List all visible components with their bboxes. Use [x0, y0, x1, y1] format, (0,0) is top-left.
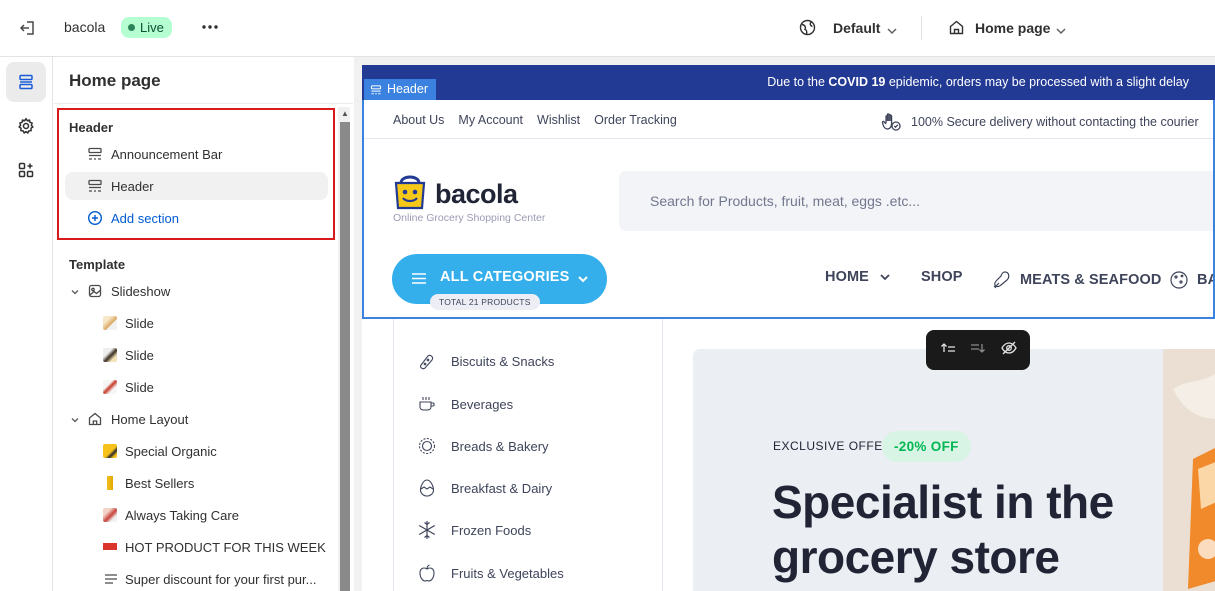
scroll-up-arrow-icon[interactable]: ▲ [340, 109, 350, 119]
slideshow-icon [87, 283, 103, 299]
announcement-bar[interactable]: Due to the COVID 19 epidemic, orders may… [362, 65, 1215, 100]
hide-section-icon[interactable] [1000, 339, 1018, 362]
sidebar-scrollbar-thumb[interactable] [340, 122, 350, 591]
hero-slide[interactable]: EXCLUSIVE OFFER -20% OFF Specialist in t… [693, 349, 1215, 591]
section-floating-toolbar [926, 330, 1030, 370]
slide-thumbnail [103, 348, 117, 362]
category-label: Frozen Foods [451, 522, 532, 538]
storefront-preview: Due to the COVID 19 epidemic, orders may… [354, 57, 1215, 591]
block-super-discount[interactable]: Super discount for your first pur... [81, 565, 328, 591]
block-label: HOT PRODUCT FOR THIS WEEK [125, 539, 326, 555]
preview-page: Due to the COVID 19 epidemic, orders may… [362, 65, 1215, 591]
category-list: Biscuits & Snacks Beverages Breads & Bak… [393, 319, 663, 591]
category-label: Beverages [451, 396, 514, 412]
chevron-down-icon[interactable] [1055, 23, 1067, 35]
apps-rail-button[interactable] [6, 150, 46, 190]
cup-icon [417, 394, 437, 414]
block-best-sellers[interactable]: Best Sellers [81, 469, 328, 497]
section-label: Slideshow [111, 283, 171, 299]
bread-icon [417, 436, 437, 456]
editor-icon-rail [0, 57, 53, 591]
category-item[interactable]: Breads & Bakery [417, 436, 549, 456]
block-slide[interactable]: Slide [81, 373, 328, 401]
editor-topbar: bacola Live Default Home page [0, 0, 1215, 57]
more-actions-icon[interactable] [200, 17, 220, 37]
block-label: Always Taking Care [125, 507, 239, 523]
block-thumbnail [103, 508, 117, 522]
section-slideshow[interactable]: Slideshow [65, 277, 328, 305]
selected-section-tag[interactable]: Header [364, 79, 436, 100]
block-slide[interactable]: Slide [81, 309, 328, 337]
hero-eyebrow: EXCLUSIVE OFFER [773, 439, 892, 453]
divider [54, 103, 353, 104]
gear-icon [18, 117, 34, 134]
category-label: Fruits & Vegetables [451, 565, 564, 581]
hero-headline: Specialist in the grocery store [772, 476, 1114, 583]
selected-section-label: Header [387, 82, 428, 96]
section-layout-icon [370, 84, 382, 94]
block-label: Best Sellers [125, 475, 195, 491]
theme-settings-rail-button[interactable] [6, 106, 46, 146]
sidebar-title: Home page [69, 71, 161, 90]
apps-icon [18, 162, 34, 178]
biscuit-icon [417, 351, 437, 371]
category-label: Biscuits & Snacks [451, 353, 555, 369]
block-thumbnail [103, 540, 117, 554]
snowflake-icon [417, 520, 437, 540]
block-label: Super discount for your first pur... [125, 571, 317, 587]
text-block-icon [103, 571, 119, 587]
block-label: Slide [125, 379, 154, 395]
sections-rail-button[interactable] [6, 62, 46, 102]
chevron-down-icon[interactable] [886, 23, 898, 35]
discount-badge: -20% OFF [882, 431, 971, 462]
move-up-icon[interactable] [939, 339, 957, 362]
block-special-organic[interactable]: Special Organic [81, 437, 328, 465]
block-thumbnail [103, 444, 117, 458]
block-always-taking-care[interactable]: Always Taking Care [81, 501, 328, 529]
block-slide[interactable]: Slide [81, 341, 328, 369]
slide-thumbnail [103, 316, 117, 330]
page-select[interactable]: Home page [975, 20, 1050, 36]
category-label: Breakfast & Dairy [451, 480, 553, 496]
section-home-layout[interactable]: Home Layout [65, 405, 328, 433]
store-name: bacola [64, 19, 106, 35]
apple-icon [417, 563, 437, 583]
category-label: Breads & Bakery [451, 438, 549, 454]
slide-thumbnail [103, 380, 117, 394]
move-down-icon[interactable] [969, 339, 987, 362]
category-item[interactable]: Beverages [417, 394, 513, 414]
globe-icon[interactable] [799, 19, 816, 36]
sections-icon [19, 74, 33, 90]
announcement-text: Due to the COVID 19 epidemic, orders may… [767, 75, 1189, 89]
header-group-highlight [57, 108, 335, 240]
section-label: Home Layout [111, 411, 189, 427]
category-item[interactable]: Biscuits & Snacks [417, 351, 554, 371]
exit-icon[interactable] [18, 18, 38, 38]
block-label: Special Organic [125, 443, 217, 459]
block-hot-product[interactable]: HOT PRODUCT FOR THIS WEEK [81, 533, 328, 561]
home-icon [87, 411, 103, 427]
category-item[interactable]: Fruits & Vegetables [417, 563, 564, 583]
theme-select[interactable]: Default [833, 20, 880, 36]
selected-section-outline [362, 100, 1215, 319]
template-group-title: Template [69, 257, 126, 272]
egg-icon [417, 478, 437, 498]
block-thumbnail [103, 476, 117, 490]
block-label: Slide [125, 347, 154, 363]
hero-product-image [1163, 349, 1215, 591]
block-label: Slide [125, 315, 154, 331]
status-badge: Live [121, 17, 172, 38]
category-item[interactable]: Breakfast & Dairy [417, 478, 552, 498]
home-icon[interactable] [948, 19, 965, 36]
topbar-divider [921, 16, 922, 40]
category-item[interactable]: Frozen Foods [417, 520, 531, 540]
